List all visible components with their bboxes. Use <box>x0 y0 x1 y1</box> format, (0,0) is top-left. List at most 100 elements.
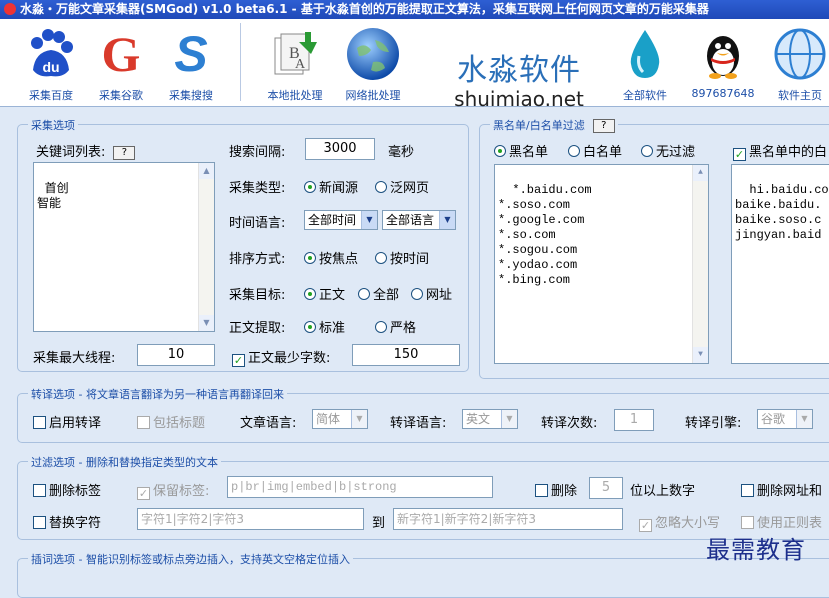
extract-label: 正文提取: <box>229 321 286 336</box>
target-url-radio[interactable]: 网址 <box>411 284 452 303</box>
blacklist-help-button[interactable]: ? <box>592 119 615 133</box>
delete-digits-checkbox[interactable]: 删除 <box>535 480 577 499</box>
no-filter-radio[interactable]: 无过滤 <box>641 141 695 160</box>
extract-strict-radio[interactable]: 严格 <box>375 317 416 336</box>
type-web-radio[interactable]: 泛网页 <box>375 177 429 196</box>
homepage-icon <box>771 25 829 83</box>
type-news-radio[interactable]: 新闻源 <box>304 177 358 196</box>
checkbox-indicator <box>33 416 46 429</box>
collect-soso-button[interactable]: S 采集搜搜 <box>158 21 224 105</box>
radio-indicator <box>411 288 423 300</box>
checkbox-indicator: ✓ <box>232 354 245 367</box>
target-all-radio[interactable]: 全部 <box>358 284 399 303</box>
target-language-select[interactable]: 英文 ▼ <box>462 409 518 429</box>
app-icon <box>4 3 16 15</box>
replace-chars-checkbox[interactable]: 替换字符 <box>33 512 101 531</box>
source-language-label: 文章语言: <box>240 416 297 431</box>
whitelist-radio[interactable]: 白名单 <box>568 141 622 160</box>
keep-tags-checkbox[interactable]: ✓ 保留标签: <box>137 480 209 500</box>
digits-input[interactable]: 5 <box>589 477 623 499</box>
toolbar: du 采集百度 G 采集谷歌 S 采集搜搜 BA 本地批处理 网络批处理 水淼软… <box>0 19 829 111</box>
translate-engine-label: 转译引擎: <box>685 416 742 431</box>
chevron-down-icon: ▼ <box>501 410 517 428</box>
use-regex-checkbox[interactable]: 使用正则表 <box>741 512 822 531</box>
all-software-button[interactable]: 全部软件 <box>612 21 678 105</box>
qq-contact-button[interactable]: 897687648 <box>690 21 756 105</box>
checkbox-indicator: ✓ <box>639 519 652 532</box>
radio-indicator <box>494 145 506 157</box>
blacklist-radio[interactable]: 黑名单 <box>494 141 548 160</box>
sort-focus-radio[interactable]: 按焦点 <box>304 248 358 267</box>
checkbox-indicator <box>33 484 46 497</box>
type-label: 采集类型: <box>229 181 286 196</box>
blacklist-title: 黑名单/白名单过滤? <box>490 117 618 133</box>
keywords-textarea[interactable]: 首创 智能 ▲ ▼ <box>33 162 215 332</box>
radio-indicator <box>375 252 387 264</box>
homepage-button[interactable]: 软件主页 <box>767 21 829 105</box>
collect-google-button[interactable]: G 采集谷歌 <box>88 21 154 105</box>
network-batch-button[interactable]: 网络批处理 <box>340 21 406 105</box>
threads-input[interactable]: 10 <box>137 344 215 366</box>
chevron-down-icon: ▼ <box>351 410 367 428</box>
keywords-help-button[interactable]: ? <box>113 145 136 160</box>
interval-unit: 毫秒 <box>388 145 415 160</box>
whitelist-textarea[interactable]: hi.baidu.com baike.baidu. baike.soso.c j… <box>731 164 829 364</box>
collect-options-title: 采集选项 <box>28 117 78 133</box>
min-words-input[interactable]: 150 <box>352 344 460 366</box>
language-select[interactable]: 全部语言 ▼ <box>382 210 456 230</box>
chevron-down-icon: ▼ <box>796 410 812 428</box>
radio-indicator <box>568 145 580 157</box>
replace-to-input[interactable]: 新字符1|新字符2|新字符3 <box>393 508 623 530</box>
blacklist-scrollbar[interactable]: ▲ ▼ <box>692 165 708 363</box>
time-select[interactable]: 全部时间 ▼ <box>304 210 378 230</box>
interval-input[interactable]: 3000 <box>305 138 375 160</box>
include-title-checkbox[interactable]: 包括标题 <box>137 412 205 431</box>
delete-tags-checkbox[interactable]: 删除标签 <box>33 480 101 499</box>
svg-text:du: du <box>42 59 59 75</box>
replace-from-input[interactable]: 字符1|字符2|字符3 <box>137 508 364 530</box>
chevron-down-icon: ▼ <box>439 211 455 229</box>
blacklist-textarea[interactable]: *.baidu.com *.soso.com *.google.com *.so… <box>494 164 709 364</box>
title-bar: 水淼・万能文章采集器(SMGod) v1.0 beta6.1 - 基于水淼首创的… <box>0 0 829 19</box>
google-icon: G <box>101 26 141 82</box>
collect-baidu-button[interactable]: du 采集百度 <box>18 21 84 105</box>
target-language-label: 转译语言: <box>390 416 447 431</box>
toolbar-separator <box>240 23 241 101</box>
translate-count-input[interactable]: 1 <box>614 409 654 431</box>
source-language-select[interactable]: 简体 ▼ <box>312 409 368 429</box>
min-words-checkbox[interactable]: ✓ 正文最少字数: <box>232 347 330 367</box>
watermark: 最需教育 <box>706 536 806 564</box>
digits-suffix-label: 位以上数字 <box>630 484 696 499</box>
radio-indicator <box>304 181 316 193</box>
local-batch-button[interactable]: BA 本地批处理 <box>262 21 328 105</box>
target-body-radio[interactable]: 正文 <box>304 284 345 303</box>
baidu-icon: du <box>22 25 80 83</box>
radio-indicator <box>358 288 370 300</box>
radio-indicator <box>304 252 316 264</box>
extract-standard-radio[interactable]: 标准 <box>304 317 345 336</box>
delete-url-checkbox[interactable]: 删除网址和 <box>741 480 822 499</box>
threads-label: 采集最大线程: <box>33 351 116 366</box>
brand-logo: 水淼软件 shuimiao.net <box>454 53 584 111</box>
checkbox-indicator <box>741 484 754 497</box>
soso-icon: S <box>174 26 208 82</box>
enable-translate-checkbox[interactable]: 启用转译 <box>33 412 101 431</box>
translate-engine-select[interactable]: 谷歌 ▼ <box>757 409 813 429</box>
checkbox-indicator: ✓ <box>733 148 746 161</box>
keep-tags-input[interactable]: p|br|img|embed|b|strong <box>227 476 493 498</box>
translate-title: 转译选项 - 将文章语言翻译为另一种语言再翻译回来 <box>28 386 287 402</box>
radio-indicator <box>375 181 387 193</box>
white-in-black-checkbox[interactable]: ✓ 黑名单中的白 <box>733 141 827 161</box>
keywords-scrollbar[interactable]: ▲ ▼ <box>198 163 214 331</box>
time-lang-label: 时间语言: <box>229 216 286 231</box>
filter-text-title: 过滤选项 - 删除和替换指定类型的文本 <box>28 454 221 470</box>
svg-text:A: A <box>295 57 306 72</box>
radio-indicator <box>304 288 316 300</box>
sort-label: 排序方式: <box>229 252 286 267</box>
radio-indicator <box>641 145 653 157</box>
radio-indicator <box>304 321 316 333</box>
target-label: 采集目标: <box>229 288 286 303</box>
sort-time-radio[interactable]: 按时间 <box>375 248 429 267</box>
ignore-case-checkbox[interactable]: ✓ 忽略大小写 <box>639 512 720 532</box>
qq-penguin-icon <box>694 25 752 83</box>
